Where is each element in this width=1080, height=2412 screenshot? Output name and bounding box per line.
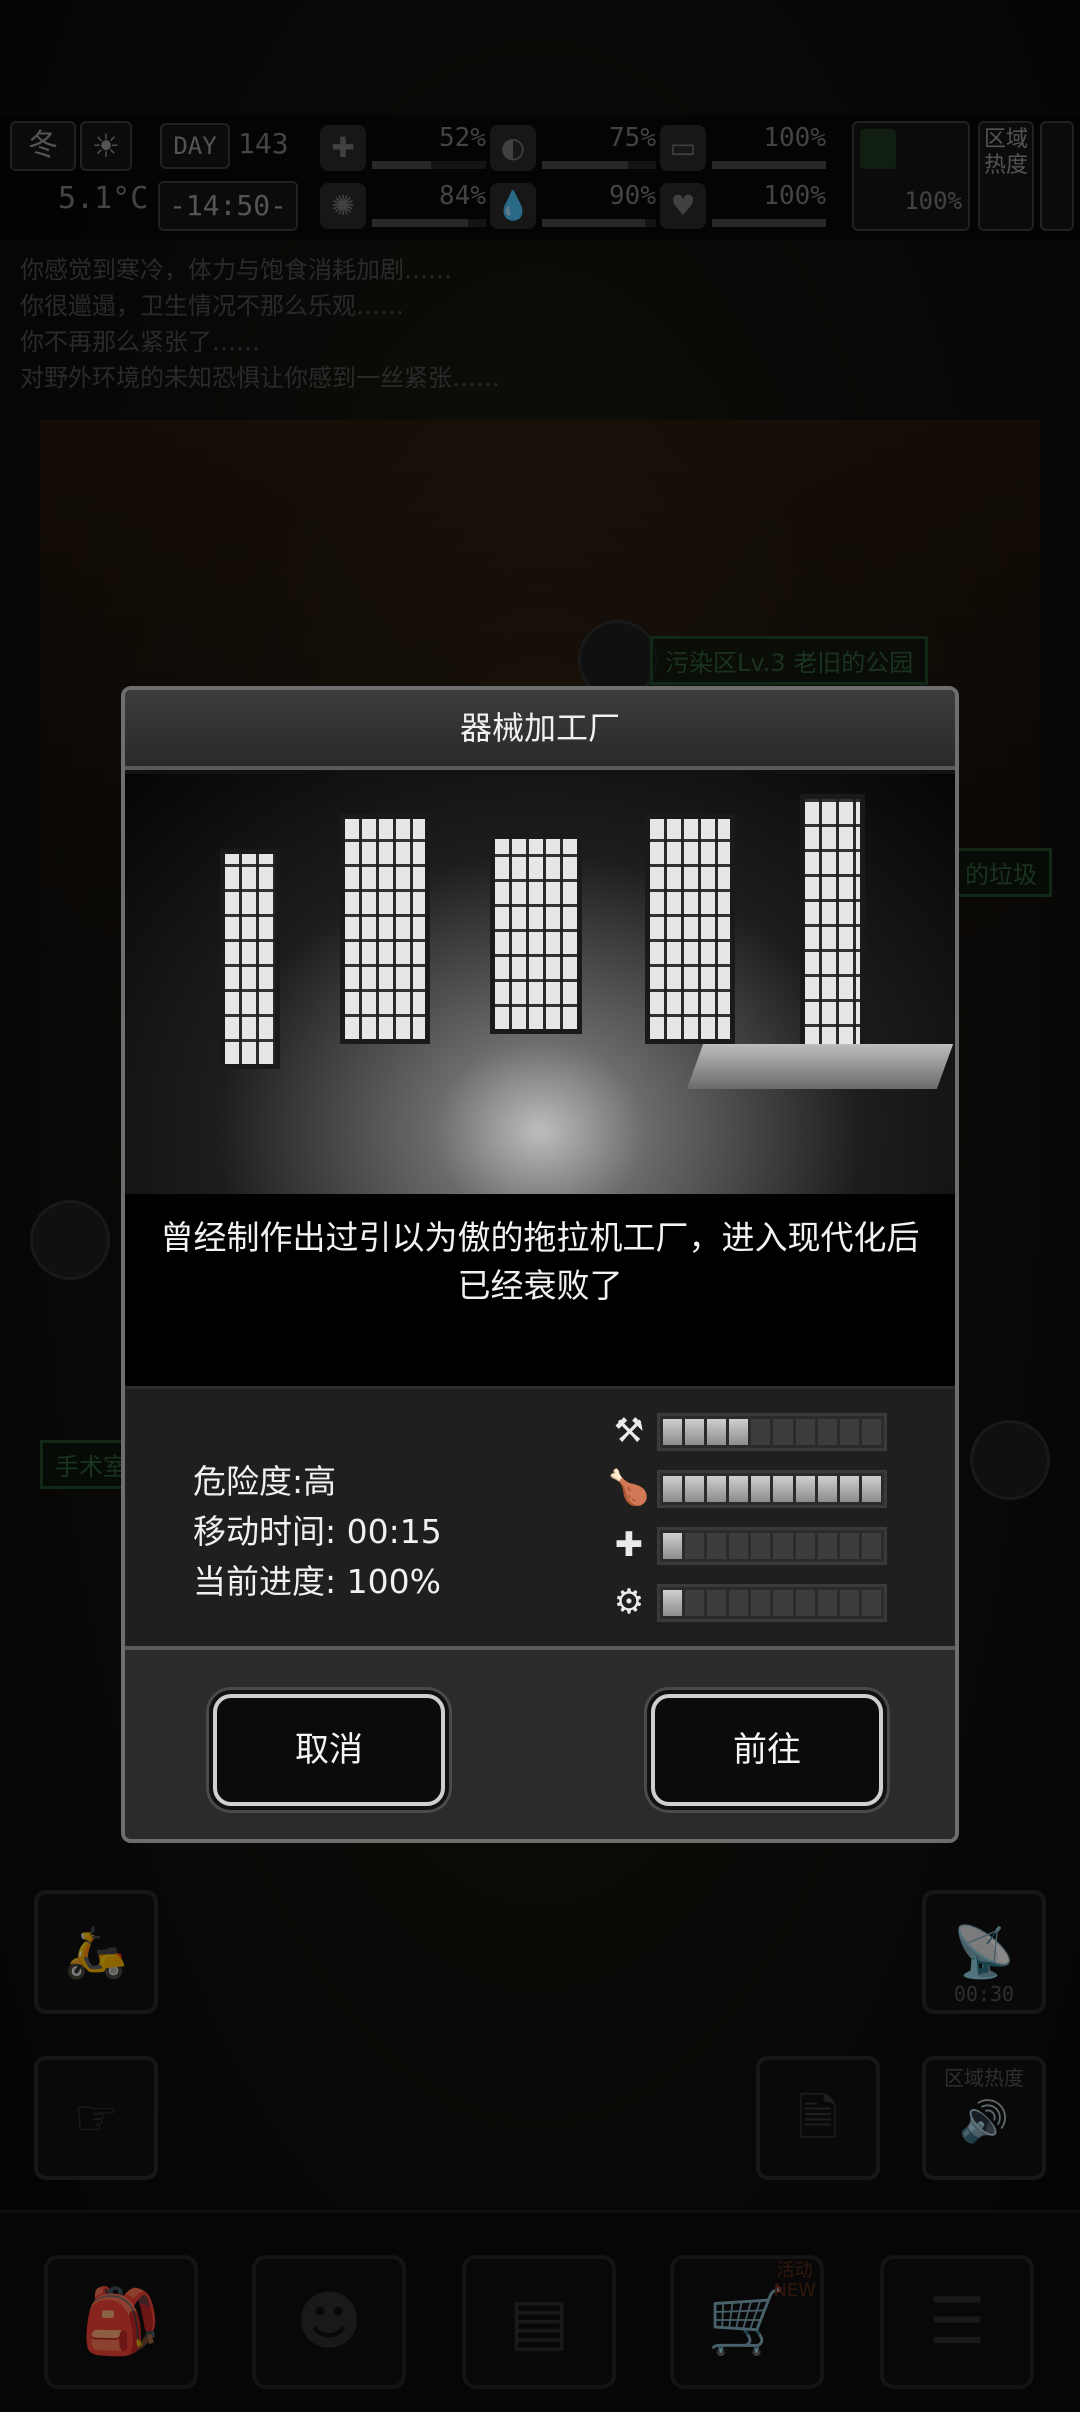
resource-segment — [707, 1590, 727, 1616]
location-dialog: 器械加工厂 曾经制作出过引以为傲的拖拉机工厂，进入现代化后已经衰败了 危险度:高… — [121, 686, 959, 1843]
resource-bar — [657, 1584, 887, 1622]
location-description: 曾经制作出过引以为傲的拖拉机工厂，进入现代化后已经衰败了 — [125, 1194, 955, 1386]
resource-bar — [657, 1413, 887, 1451]
resource-segment — [861, 1476, 881, 1502]
weapon-icon: ⚒ — [613, 1411, 645, 1451]
food-meat-icon: 🍗 — [607, 1468, 651, 1508]
resource-bar — [657, 1470, 887, 1508]
resource-segment — [773, 1590, 793, 1616]
resource-segment — [685, 1590, 705, 1616]
danger-value: 高 — [303, 1462, 337, 1501]
old-table — [686, 1044, 954, 1089]
travel-time-line: 移动时间: 00:15 — [193, 1505, 442, 1553]
resource-segment — [685, 1476, 705, 1502]
resource-segment — [773, 1533, 793, 1559]
window-left — [340, 814, 430, 1044]
resource-segment — [707, 1476, 727, 1502]
resource-segment — [729, 1419, 749, 1445]
resource-segment — [861, 1590, 881, 1616]
resource-segment — [685, 1419, 705, 1445]
medical-kit-icon: ✚ — [614, 1525, 644, 1565]
resource-segment — [817, 1533, 837, 1559]
dialog-header: 器械加工厂 — [125, 690, 955, 770]
travel-time-label: 移动时间: — [193, 1512, 337, 1551]
resource-segment — [795, 1590, 815, 1616]
location-stats: 危险度:高 移动时间: 00:15 当前进度: 100% ⚒ 🍗 ✚ ⚙ — [125, 1386, 955, 1646]
dialog-footer: 取消 前往 — [125, 1646, 955, 1839]
location-image — [125, 774, 955, 1194]
travel-time-value: 00:15 — [346, 1512, 442, 1551]
resource-segment — [707, 1419, 727, 1445]
danger-line: 危险度:高 — [193, 1455, 336, 1503]
resource-segment — [817, 1476, 837, 1502]
resource-segment — [663, 1590, 683, 1616]
resource-segment — [751, 1476, 771, 1502]
resource-segment — [795, 1533, 815, 1559]
window-right — [645, 814, 735, 1044]
resource-segment — [839, 1533, 859, 1559]
resource-segment — [817, 1419, 837, 1445]
window-right-far — [800, 794, 865, 1054]
resource-segment — [751, 1419, 771, 1445]
resource-segment — [729, 1476, 749, 1502]
resource-segment — [663, 1419, 683, 1445]
window-center — [490, 834, 582, 1034]
resource-segment — [729, 1533, 749, 1559]
resource-segment — [663, 1533, 683, 1559]
progress-value: 100% — [346, 1562, 441, 1601]
resource-segment — [751, 1590, 771, 1616]
resource-segment — [707, 1533, 727, 1559]
resource-segment — [773, 1476, 793, 1502]
window-left-far — [220, 849, 280, 1069]
resource-segment — [773, 1419, 793, 1445]
resource-segment — [729, 1590, 749, 1616]
cancel-button[interactable]: 取消 — [213, 1694, 445, 1806]
resource-segment — [817, 1590, 837, 1616]
go-button[interactable]: 前往 — [651, 1694, 883, 1806]
danger-label: 危险度: — [193, 1462, 304, 1501]
resource-segment — [751, 1533, 771, 1559]
resource-segment — [839, 1476, 859, 1502]
resource-segment — [795, 1476, 815, 1502]
resource-segment — [861, 1533, 881, 1559]
resource-bar — [657, 1527, 887, 1565]
resource-segment — [685, 1533, 705, 1559]
dialog-title: 器械加工厂 — [459, 709, 620, 747]
resource-segment — [861, 1419, 881, 1445]
resource-segment — [839, 1590, 859, 1616]
resource-segment — [795, 1419, 815, 1445]
progress-label: 当前进度: — [193, 1562, 337, 1601]
progress-line: 当前进度: 100% — [193, 1555, 441, 1603]
resource-segment — [839, 1419, 859, 1445]
resource-segment — [663, 1476, 683, 1502]
parts-gear-icon: ⚙ — [613, 1582, 645, 1622]
